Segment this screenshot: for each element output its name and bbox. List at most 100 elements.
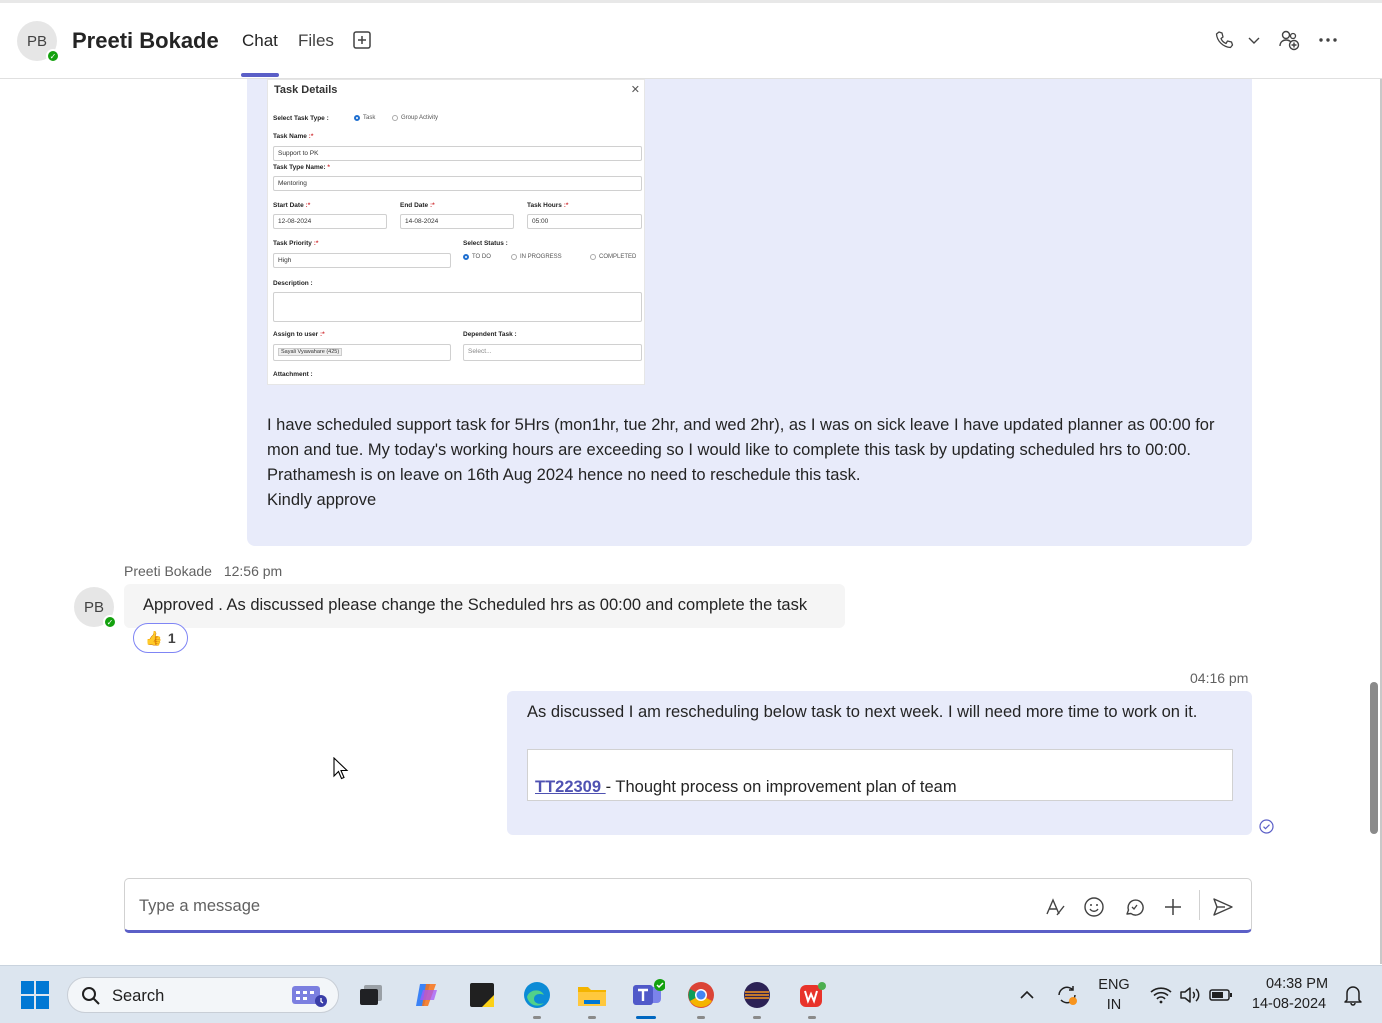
active-app-indicator: [636, 1016, 656, 1019]
clock-time[interactable]: 04:38 PM: [1248, 976, 1346, 992]
more-options-icon[interactable]: [1314, 26, 1342, 54]
message-paragraph: Prathamesh is on leave on 16th Aug 2024 …: [267, 466, 861, 484]
tab-files[interactable]: Files: [298, 31, 334, 51]
status-todo-radio: TO DO: [463, 254, 491, 260]
reaction-count: 1: [167, 630, 176, 646]
presence-available-icon: ✓: [103, 615, 117, 629]
sender-name: Preeti Bokade: [124, 563, 212, 579]
status-progress-radio: IN PROGRESS: [511, 254, 562, 260]
chrome-icon[interactable]: [684, 978, 718, 1012]
message-time: 12:56 pm: [223, 563, 283, 579]
active-tab-indicator: [241, 73, 279, 77]
close-icon: ✕: [630, 84, 640, 96]
sender-avatar[interactable]: PB ✓: [74, 587, 117, 629]
send-icon[interactable]: [1211, 895, 1235, 919]
task-link-description: - Thought process on improvement plan of…: [605, 778, 957, 796]
notification-bell-icon[interactable]: [1336, 978, 1370, 1012]
select-status-label: Select Status :: [463, 240, 508, 247]
scrollbar-thumb[interactable]: [1370, 682, 1378, 834]
thumbs-up-icon: 👍: [145, 629, 163, 646]
wps-office-icon[interactable]: [795, 978, 829, 1012]
group-option: Group Activity: [401, 115, 439, 121]
task-hours-label: Task Hours :*: [527, 202, 569, 209]
task-priority-select: High: [273, 253, 451, 268]
task-name-label: Task Name :*: [273, 133, 314, 140]
battery-icon[interactable]: [1204, 978, 1238, 1012]
assign-user-label: Assign to user :*: [273, 331, 325, 338]
compose-divider: [1199, 890, 1200, 920]
phone-icon[interactable]: [1210, 26, 1238, 54]
description-label: Description :: [273, 280, 313, 287]
running-indicator: [533, 1016, 541, 1019]
message-input[interactable]: [139, 895, 999, 917]
end-date-label: End Date :*: [400, 202, 435, 209]
add-tab-icon[interactable]: [348, 26, 376, 54]
emoji-icon[interactable]: [1082, 895, 1106, 919]
avatar-initials: PB: [26, 32, 47, 50]
received-message-bubble[interactable]: Approved . As discussed please change th…: [124, 584, 845, 628]
select-task-type-label: Select Task Type :: [273, 115, 329, 122]
format-icon[interactable]: [1043, 895, 1067, 919]
windows-start-icon[interactable]: [18, 978, 52, 1012]
teams-icon[interactable]: [628, 978, 668, 1012]
taskbar-search[interactable]: Search: [67, 977, 339, 1013]
task-type-field: Mentoring: [273, 176, 642, 191]
reaction-like[interactable]: 👍 1: [133, 623, 188, 653]
read-receipt-icon: [1259, 819, 1274, 834]
clock-date[interactable]: 14-08-2024: [1248, 996, 1330, 1012]
end-date-field: 14-08-2024: [400, 214, 514, 229]
contact-name[interactable]: Preeti Bokade: [72, 28, 219, 54]
message-paragraph: Kindly approve: [267, 491, 377, 509]
avatar[interactable]: PB ✓: [17, 21, 60, 63]
loop-icon[interactable]: [1122, 895, 1146, 919]
message-paragraph: I have scheduled support task for 5Hrs (…: [267, 416, 1215, 459]
chevron-up-icon[interactable]: [1010, 978, 1044, 1012]
presence-available-icon: ✓: [46, 49, 60, 63]
compose-box[interactable]: [124, 878, 1252, 933]
task-view-icon[interactable]: [354, 978, 388, 1012]
edge-icon[interactable]: [520, 978, 554, 1012]
task-hours-field: 05:00: [527, 214, 642, 229]
copilot-icon[interactable]: [410, 978, 444, 1012]
message-body: I have scheduled support task for 5Hrs (…: [267, 413, 1237, 513]
volume-icon[interactable]: [1174, 978, 1208, 1012]
tab-chat[interactable]: Chat: [242, 31, 278, 51]
description-field: [273, 292, 642, 322]
file-explorer-icon[interactable]: [575, 978, 609, 1012]
calendar-widget-icon: [292, 986, 327, 1007]
avatar-initials: PB: [83, 598, 104, 616]
radio-selected-icon: [463, 254, 469, 260]
taskbar: Search ENG IN 04:38 PM 14-08-2024: [0, 965, 1382, 1023]
task-reference-box: TT22309 - Thought process on improvement…: [527, 749, 1233, 801]
search-icon: [82, 987, 100, 1005]
status-completed: COMPLETED: [599, 254, 637, 260]
message-time: 04:16 pm: [1190, 670, 1249, 686]
sync-icon[interactable]: [1050, 978, 1084, 1012]
mouse-pointer-icon: [333, 756, 349, 781]
status-todo: TO DO: [472, 254, 491, 260]
radio-empty-icon: [511, 254, 517, 260]
chevron-down-icon[interactable]: [1240, 26, 1268, 54]
sticky-notes-icon[interactable]: [465, 978, 499, 1012]
wifi-icon[interactable]: [1144, 978, 1178, 1012]
task-option: Task: [363, 115, 376, 121]
add-people-icon[interactable]: [1275, 26, 1303, 54]
message-meta: Preeti Bokade 12:56 pm: [124, 563, 290, 579]
eclipse-icon[interactable]: [740, 978, 774, 1012]
task-details-title: Task Details: [274, 84, 338, 96]
task-priority-label: Task Priority :*: [273, 240, 319, 247]
message-body: As discussed I am rescheduling below tas…: [527, 703, 1198, 721]
language-region[interactable]: IN: [1094, 997, 1134, 1013]
attachment-label: Attachment :: [273, 371, 313, 378]
status-progress: IN PROGRESS: [520, 254, 562, 260]
attach-plus-icon[interactable]: [1161, 895, 1185, 919]
task-link[interactable]: TT22309: [535, 778, 606, 796]
window-top-border: [0, 0, 1382, 3]
language-code[interactable]: ENG: [1094, 977, 1134, 993]
radio-empty-icon: [590, 254, 596, 260]
chat-header: PB ✓ Preeti Bokade Chat Files: [0, 0, 1382, 79]
task-name-field: Support to PK: [273, 146, 642, 161]
task-details-screenshot[interactable]: Task Details ✕ Select Task Type : Task G…: [267, 79, 645, 385]
running-indicator: [588, 1016, 596, 1019]
task-radio: Task: [354, 115, 375, 121]
